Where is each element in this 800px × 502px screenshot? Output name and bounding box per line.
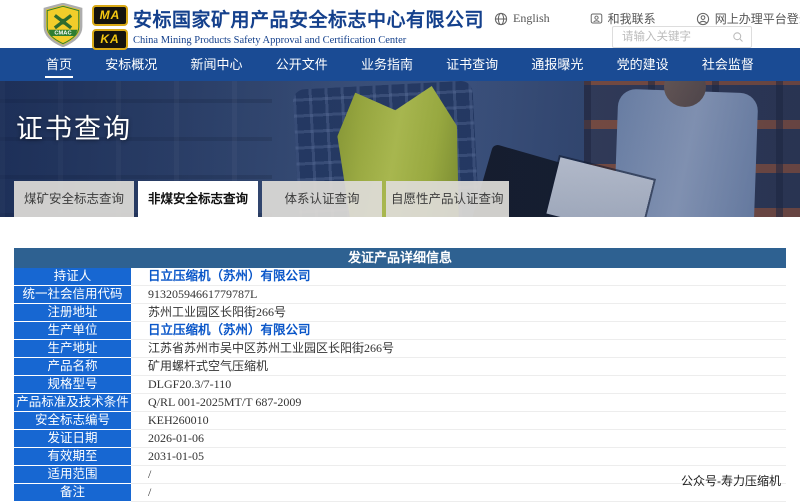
contact-card-icon [590, 12, 603, 25]
row-value: 矿用螺杆式空气压缩机 [131, 358, 786, 376]
main-nav: 首页 安标概况 新闻中心 公开文件 业务指南 证书查询 通报曝光 党的建设 社会… [0, 48, 800, 81]
login-link[interactable]: 网上办理平台登录 [696, 10, 800, 27]
row-label: 生产地址 [14, 340, 131, 358]
nav-item[interactable]: 社会监督 [702, 48, 754, 81]
tab[interactable]: 体系认证查询 [262, 181, 382, 217]
ka-badge: KA [92, 29, 128, 50]
row-label: 生产单位 [14, 322, 131, 340]
row-value: DLGF20.3/7-110 [131, 376, 786, 394]
row-value: 2031-01-05 [131, 448, 786, 466]
nav-item[interactable]: 业务指南 [361, 48, 413, 81]
contact-link[interactable]: 和我联系 [590, 10, 656, 27]
nav-item[interactable]: 安标概况 [105, 48, 157, 81]
nav-item[interactable]: 新闻中心 [190, 48, 242, 81]
table-row: 产品名称 矿用螺杆式空气压缩机 [14, 358, 786, 376]
language-link-label: English [513, 11, 550, 26]
globe-icon [494, 12, 508, 26]
table-row: 统一社会信用代码 91320594661779787L [14, 286, 786, 304]
ma-badge: MA [92, 5, 128, 26]
row-value: KEH260010 [131, 412, 786, 430]
site-subtitle: China Mining Products Safety Approval an… [133, 35, 484, 46]
search-icon[interactable] [732, 31, 744, 43]
table-row: 生产地址 江苏省苏州市吴中区苏州工业园区长阳街266号 [14, 340, 786, 358]
language-link[interactable]: English [494, 11, 550, 26]
table-row: 适用范围 / [14, 466, 786, 484]
row-value: 2026-01-06 [131, 430, 786, 448]
nav-item[interactable]: 通报曝光 [531, 48, 583, 81]
nav-item[interactable]: 公开文件 [276, 48, 328, 81]
row-value: 江苏省苏州市吴中区苏州工业园区长阳街266号 [131, 340, 786, 358]
tab[interactable]: 自愿性产品认证查询 [386, 181, 509, 217]
row-label: 注册地址 [14, 304, 131, 322]
contact-link-label: 和我联系 [608, 10, 656, 27]
table-row: 安全标志编号 KEH260010 [14, 412, 786, 430]
row-label: 适用范围 [14, 466, 131, 484]
user-icon [696, 12, 710, 26]
table-row: 备注 / [14, 484, 786, 502]
table-row: 持证人 日立压缩机（苏州）有限公司 [14, 268, 786, 286]
site-title: 安标国家矿用产品安全标志中心有限公司 [133, 5, 484, 32]
row-value[interactable]: 日立压缩机（苏州）有限公司 [131, 322, 786, 340]
row-label: 持证人 [14, 268, 131, 286]
row-value: 苏州工业园区长阳街266号 [131, 304, 786, 322]
nav-item[interactable]: 证书查询 [446, 48, 498, 81]
utility-links: English 和我联系 网上办理平台登录 [494, 10, 800, 27]
tab[interactable]: 非煤安全标志查询 [138, 181, 258, 217]
row-label: 统一社会信用代码 [14, 286, 131, 304]
row-label: 产品名称 [14, 358, 131, 376]
row-label: 规格型号 [14, 376, 131, 394]
search-box [612, 26, 752, 48]
row-value: 91320594661779787L [131, 286, 786, 304]
table-row: 生产单位 日立压缩机（苏州）有限公司 [14, 322, 786, 340]
row-label: 有效期至 [14, 448, 131, 466]
hero-banner: 证书查询 煤矿安全标志查询 非煤安全标志查询 体系认证查询 自愿性产品认证查询 [0, 81, 800, 217]
row-label: 发证日期 [14, 430, 131, 448]
tab[interactable]: 煤矿安全标志查询 [14, 181, 134, 217]
table-row: 发证日期 2026-01-06 [14, 430, 786, 448]
ma-ka-badges: MA KA [92, 5, 128, 50]
row-label: 安全标志编号 [14, 412, 131, 430]
page-title: 证书查询 [16, 107, 132, 146]
table-row: 规格型号 DLGF20.3/7-110 [14, 376, 786, 394]
table-row: 产品标准及技术条件 Q/RL 001-2025MT/T 687-2009 [14, 394, 786, 412]
table-rows: 持证人 日立压缩机（苏州）有限公司 统一社会信用代码 9132059466177… [14, 268, 786, 502]
nav-item[interactable]: 党的建设 [617, 48, 669, 81]
search-input[interactable] [620, 30, 732, 44]
page-header: CMAC MA KA 安标国家矿用产品安全标志中心有限公司 China Mini… [0, 0, 800, 48]
row-label: 备注 [14, 484, 131, 502]
row-value: Q/RL 001-2025MT/T 687-2009 [131, 394, 786, 412]
certificate-detail-table: 发证产品详细信息 持证人 日立压缩机（苏州）有限公司 统一社会信用代码 9132… [14, 248, 786, 502]
login-link-label: 网上办理平台登录 [715, 10, 800, 27]
table-row: 有效期至 2031-01-05 [14, 448, 786, 466]
site-titles: 安标国家矿用产品安全标志中心有限公司 China Mining Products… [133, 5, 484, 46]
cmac-shield-text: CMAC [54, 31, 71, 37]
row-label: 产品标准及技术条件 [14, 394, 131, 412]
watermark-text: 公众号-寿力压缩机 [681, 472, 781, 489]
table-row: 注册地址 苏州工业园区长阳街266号 [14, 304, 786, 322]
row-value[interactable]: 日立压缩机（苏州）有限公司 [131, 268, 786, 286]
nav-item[interactable]: 首页 [46, 48, 72, 81]
query-tabs: 煤矿安全标志查询 非煤安全标志查询 体系认证查询 自愿性产品认证查询 [14, 181, 509, 217]
cmac-shield-logo-icon: CMAC [38, 3, 88, 47]
table-title: 发证产品详细信息 [14, 248, 786, 268]
